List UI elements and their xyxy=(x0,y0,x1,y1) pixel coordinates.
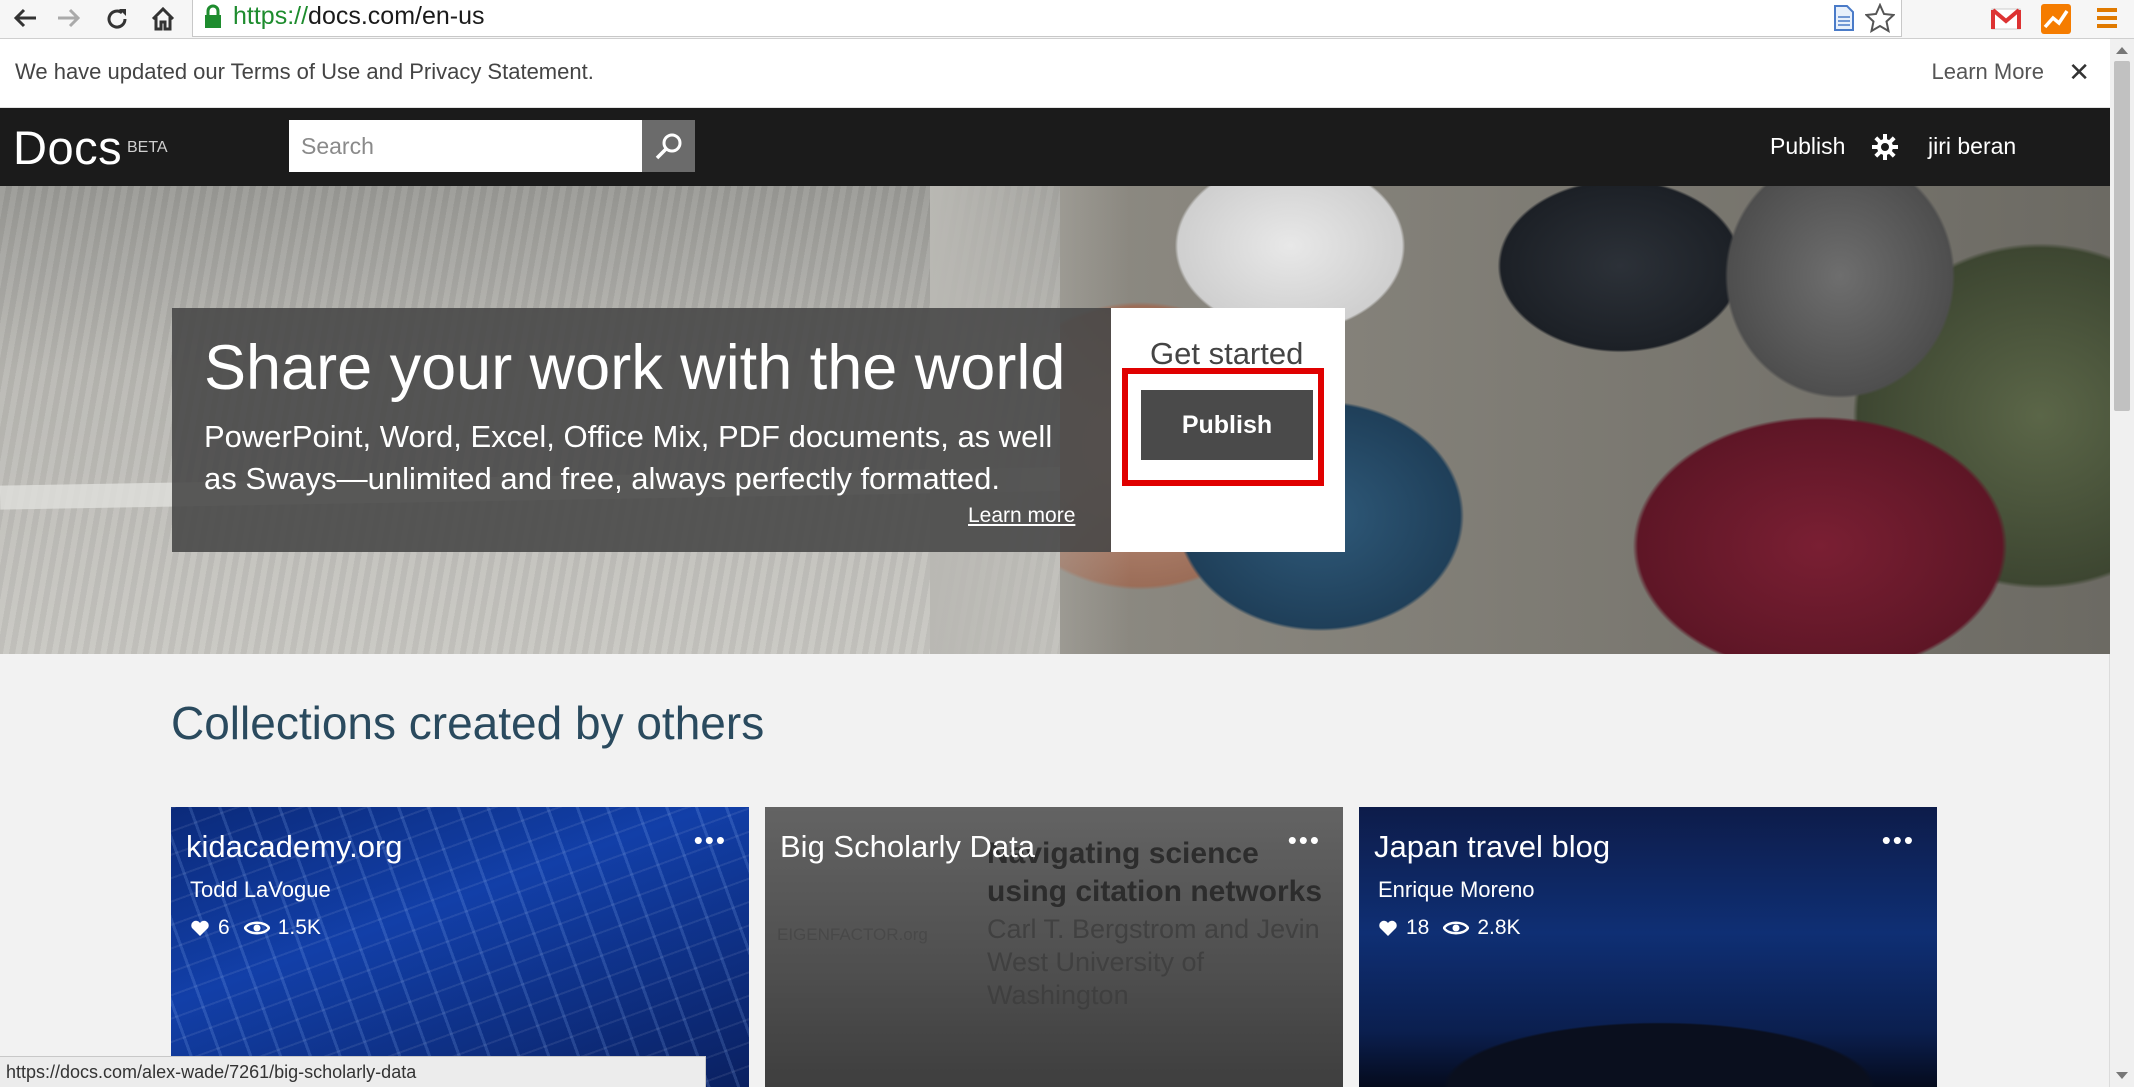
analytics-icon xyxy=(2041,4,2071,34)
reload-button[interactable] xyxy=(100,3,134,33)
gmail-extension[interactable] xyxy=(1990,3,2022,35)
page-icon[interactable] xyxy=(1833,4,1855,32)
views-count: 2.8K xyxy=(1477,916,1521,939)
eye-icon xyxy=(1443,921,1470,935)
card-stats: 18 2.8K xyxy=(1378,916,1535,940)
likes-count: 18 xyxy=(1406,916,1430,939)
menu-icon xyxy=(2097,8,2117,28)
card-title: Japan travel blog xyxy=(1374,829,1611,864)
gear-icon[interactable] xyxy=(1870,132,1900,162)
header-publish-link[interactable]: Publish xyxy=(1770,133,1845,160)
card-title: Big Scholarly Data xyxy=(780,829,1036,864)
card-author: Todd LaVogue xyxy=(190,877,331,902)
hero-title: Share your work with the world xyxy=(204,333,1066,403)
card-bg-logo: EIGENFACTOR.org xyxy=(777,925,928,944)
hero-learn-more-link[interactable]: Learn more xyxy=(968,504,1075,528)
home-button[interactable] xyxy=(146,3,180,33)
page-scrollbar[interactable] xyxy=(2109,39,2134,1087)
card-background-image xyxy=(1359,977,1937,1087)
star-icon[interactable] xyxy=(1865,3,1895,33)
forward-button[interactable] xyxy=(52,3,86,33)
heart-icon xyxy=(191,920,209,936)
reload-icon xyxy=(107,9,127,29)
publish-button[interactable]: Publish xyxy=(1141,390,1313,460)
scroll-down-icon[interactable] xyxy=(2115,1071,2129,1081)
gmail-icon xyxy=(1991,8,2021,30)
collection-card-big-scholarly-data[interactable]: Navigating science using citation networ… xyxy=(765,807,1343,1087)
hero-description: PowerPoint, Word, Excel, Office Mix, PDF… xyxy=(204,419,1053,496)
collection-card-japan-travel-blog[interactable]: Japan travel blog ••• Enrique Moreno 18 … xyxy=(1359,807,1937,1087)
more-options-icon[interactable]: ••• xyxy=(1882,825,1915,856)
search-button[interactable] xyxy=(642,120,695,172)
card-author: Enrique Moreno xyxy=(1378,877,1535,902)
terms-learn-more-link[interactable]: Learn More xyxy=(1931,59,2044,85)
more-options-icon[interactable]: ••• xyxy=(1288,825,1321,856)
get-started-label: Get started xyxy=(1150,336,1304,371)
hero-banner: Share your work with the world PowerPoin… xyxy=(0,186,2110,654)
lock-icon xyxy=(205,4,221,28)
heart-icon xyxy=(1379,920,1397,936)
collections-heading: Collections created by others xyxy=(171,697,765,749)
forward-icon xyxy=(58,8,81,28)
url-text: https://docs.com/en-us xyxy=(233,2,485,30)
back-button[interactable] xyxy=(8,3,42,33)
terms-message: We have updated our Terms of Use and Pri… xyxy=(15,59,594,84)
analytics-extension[interactable] xyxy=(2040,3,2072,35)
close-icon[interactable]: ✕ xyxy=(2068,59,2090,85)
site-header: Docs BETA Publish jiri beran xyxy=(0,108,2110,186)
browser-menu-button[interactable] xyxy=(2094,3,2126,35)
docs-logo[interactable]: Docs xyxy=(13,120,122,175)
more-options-icon[interactable]: ••• xyxy=(694,825,727,856)
likes-count: 6 xyxy=(218,916,230,939)
back-icon xyxy=(13,8,36,28)
beta-badge: BETA xyxy=(127,139,168,156)
home-icon xyxy=(151,6,175,31)
browser-toolbar: https://docs.com/en-us xyxy=(0,0,2134,39)
views-count: 1.5K xyxy=(277,916,321,939)
search-icon xyxy=(655,133,681,160)
collection-card-kidacademy[interactable]: kidacademy.org ••• Todd LaVogue 6 1.5K xyxy=(171,807,749,1087)
terms-notice-bar: We have updated our Terms of Use and Pri… xyxy=(0,39,2110,108)
scrollbar-thumb[interactable] xyxy=(2114,61,2130,411)
search-input[interactable] xyxy=(289,120,642,172)
get-started-box: Get started Publish xyxy=(1111,308,1345,552)
address-bar[interactable]: https://docs.com/en-us xyxy=(192,0,1902,37)
card-title: kidacademy.org xyxy=(186,829,403,864)
status-bar-url: https://docs.com/alex-wade/7261/big-scho… xyxy=(0,1056,706,1087)
hero-text-panel: Share your work with the world PowerPoin… xyxy=(172,308,1111,552)
eye-icon xyxy=(243,921,270,935)
user-name[interactable]: jiri beran xyxy=(1928,133,2016,160)
card-stats: 6 1.5K xyxy=(190,916,335,940)
card-bg-authors: Carl T. Bergstrom and Jevin West Univers… xyxy=(987,914,1320,1010)
scroll-up-icon[interactable] xyxy=(2115,45,2129,55)
